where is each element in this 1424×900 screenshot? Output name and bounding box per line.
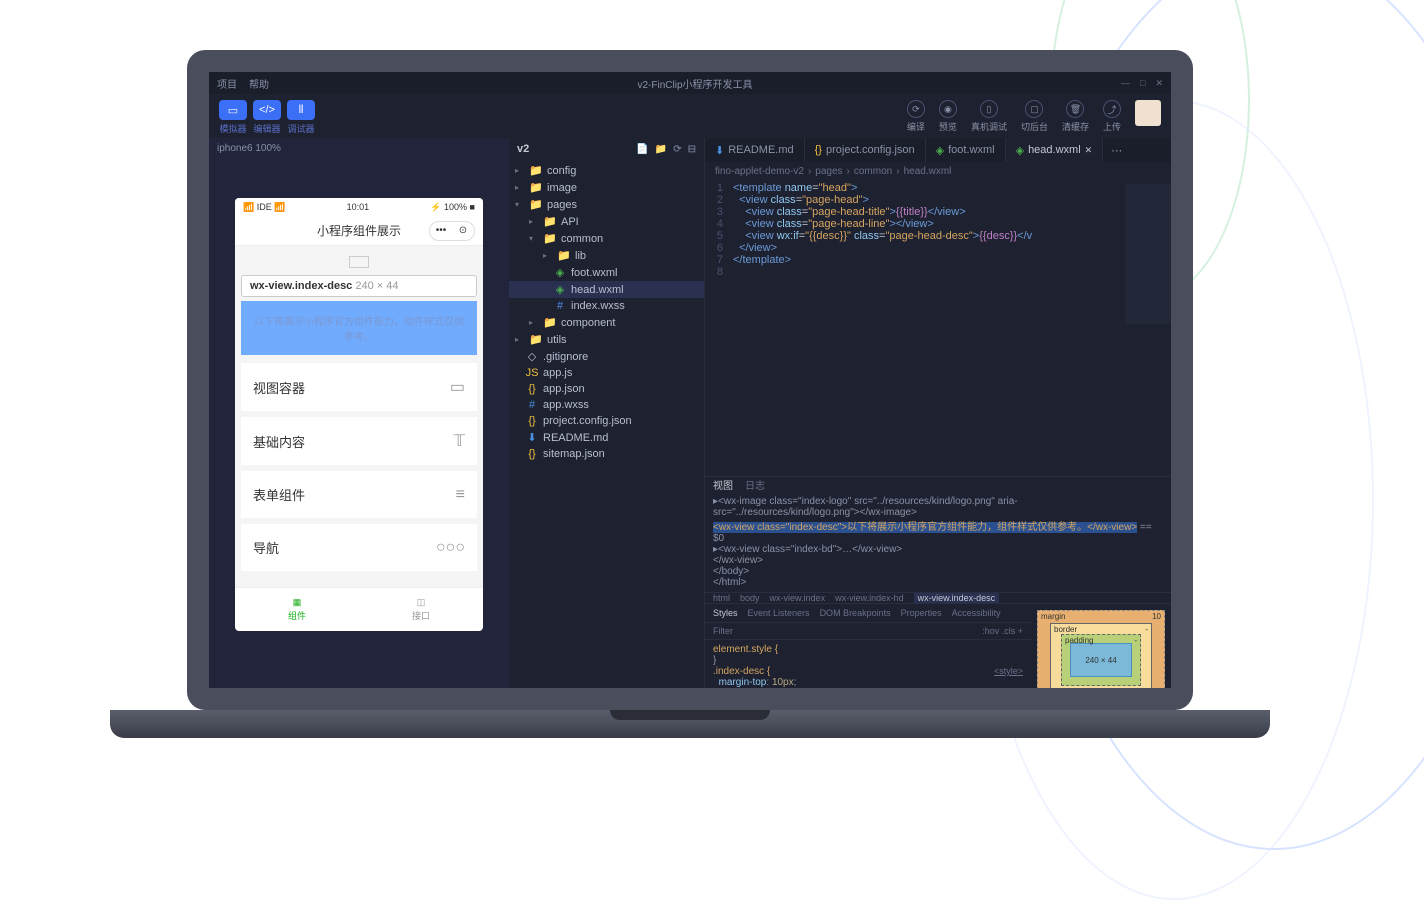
compile-button[interactable]: ⟳编译 xyxy=(907,100,925,133)
window-title: v2-FinClip小程序开发工具 xyxy=(269,76,1121,91)
clear-cache-button[interactable]: 🗑清缓存 xyxy=(1062,100,1089,133)
tab-head-active[interactable]: ◈head.wxml✕ xyxy=(1006,138,1104,162)
simulator-button[interactable]: ▭模拟器 xyxy=(219,100,247,135)
dom-breadcrumb: html body wx-view.index wx-view.index-hd… xyxy=(705,592,1171,603)
tree-file-selected[interactable]: ◈head.wxml xyxy=(509,281,704,298)
tree-folder[interactable]: ▸📁utils xyxy=(509,331,704,348)
tree-file[interactable]: #app.wxss xyxy=(509,397,704,413)
menu-basic-content[interactable]: 基础内容𝕋 xyxy=(241,417,477,465)
preview-button[interactable]: ◉预览 xyxy=(939,100,957,133)
minimize-icon[interactable]: — xyxy=(1121,78,1130,89)
minimap[interactable] xyxy=(1125,184,1171,324)
avatar[interactable] xyxy=(1135,100,1161,126)
new-file-icon[interactable]: 📄 xyxy=(636,144,648,155)
tab-overflow-icon[interactable]: ⋯ xyxy=(1103,138,1130,162)
tree-folder[interactable]: ▸📁component xyxy=(509,314,704,331)
inspect-tooltip: wx-view.index-desc 240 × 44 xyxy=(241,275,477,297)
properties-tab[interactable]: Properties xyxy=(901,608,942,618)
device-label[interactable]: iphone6 100% xyxy=(209,138,509,158)
capsule-button[interactable]: •••⊙ xyxy=(429,221,475,241)
ide-window: 项目 帮助 v2-FinClip小程序开发工具 — □ ✕ ▭模拟器 </>编辑… xyxy=(209,72,1171,688)
tree-folder[interactable]: ▾📁pages xyxy=(509,196,704,213)
dom-tree[interactable]: ▸<wx-image class="index-logo" src="../re… xyxy=(705,492,1171,592)
new-folder-icon[interactable]: 📁 xyxy=(655,144,667,155)
debugger-button[interactable]: ⫴调试器 xyxy=(287,100,315,135)
dom-bp-tab[interactable]: DOM Breakpoints xyxy=(820,608,891,618)
tree-folder[interactable]: ▾📁common xyxy=(509,230,704,247)
tree-file[interactable]: {}project.config.json xyxy=(509,413,704,429)
tab-component[interactable]: ▦组件 xyxy=(235,588,359,631)
phone-preview: 📶 IDE 📶 10:01 ⚡ 100% ■ 小程序组件展示 •••⊙ xyxy=(235,198,483,631)
code-editor[interactable]: 1<template name="head"> 2 <view class="p… xyxy=(705,180,1171,280)
tree-folder[interactable]: ▸📁config xyxy=(509,162,704,179)
titlebar: 项目 帮助 v2-FinClip小程序开发工具 — □ ✕ xyxy=(209,72,1171,94)
project-root[interactable]: v2 xyxy=(517,143,529,155)
phone-statusbar: 📶 IDE 📶 10:01 ⚡ 100% ■ xyxy=(235,198,483,216)
laptop-frame: 项目 帮助 v2-FinClip小程序开发工具 — □ ✕ ▭模拟器 </>编辑… xyxy=(160,50,1220,790)
maximize-icon[interactable]: □ xyxy=(1140,78,1145,89)
devtools-tab-elements[interactable]: 视图 xyxy=(713,477,733,492)
tab-readme[interactable]: ⬇README.md xyxy=(705,138,805,162)
hov-toggle[interactable]: :hov xyxy=(982,626,999,636)
menu-view-container[interactable]: 视图容器▭ xyxy=(241,363,477,411)
toolbar: ▭模拟器 </>编辑器 ⫴调试器 ⟳编译 ◉预览 ▯真机调试 ▢切后台 🗑清缓存… xyxy=(209,94,1171,138)
tree-folder[interactable]: ▸📁image xyxy=(509,179,704,196)
phone-tabbar: ▦组件 ◫接口 xyxy=(235,587,483,631)
editor-panel: ⬇README.md {}project.config.json ◈foot.w… xyxy=(705,138,1171,688)
devtools-tab-console[interactable]: 日志 xyxy=(745,477,765,492)
menu-form[interactable]: 表单组件≡ xyxy=(241,471,477,518)
menu-nav[interactable]: 导航○○○ xyxy=(241,524,477,571)
tab-foot[interactable]: ◈foot.wxml xyxy=(926,138,1006,162)
close-icon[interactable]: ✕ xyxy=(1155,78,1163,89)
cls-toggle[interactable]: .cls xyxy=(1002,626,1016,636)
upload-button[interactable]: ⤴上传 xyxy=(1103,100,1121,133)
tree-file[interactable]: {}sitemap.json xyxy=(509,446,704,462)
refresh-icon[interactable]: ⟳ xyxy=(673,144,681,155)
styles-tab[interactable]: Styles xyxy=(713,608,738,618)
tab-projconfig[interactable]: {}project.config.json xyxy=(805,138,926,162)
highlighted-element[interactable]: 以下将展示小程序官方组件能力，组件样式仅供参考。 xyxy=(241,301,477,355)
simulator-panel: iphone6 100% 📶 IDE 📶 10:01 ⚡ 100% ■ 小程序组… xyxy=(209,138,509,688)
menu-help[interactable]: 帮助 xyxy=(249,76,269,91)
phone-title: 小程序组件展示 xyxy=(317,222,401,239)
tree-file[interactable]: #index.wxss xyxy=(509,298,704,314)
background-button[interactable]: ▢切后台 xyxy=(1021,100,1048,133)
phone-navbar: 小程序组件展示 •••⊙ xyxy=(235,216,483,246)
tree-folder[interactable]: ▸📁API xyxy=(509,213,704,230)
tab-api[interactable]: ◫接口 xyxy=(359,588,483,631)
styles-filter[interactable]: Filter xyxy=(713,626,733,636)
tree-file[interactable]: {}app.json xyxy=(509,381,704,397)
a11y-tab[interactable]: Accessibility xyxy=(952,608,1001,618)
breadcrumb: fino-applet-demo-v2›pages›common›head.wx… xyxy=(705,162,1171,180)
css-rules[interactable]: element.style { } .index-desc {<style> m… xyxy=(705,640,1031,688)
editor-tabs: ⬇README.md {}project.config.json ◈foot.w… xyxy=(705,138,1171,162)
box-model: margin10 border- padding- 240 × 44 xyxy=(1031,604,1171,688)
tree-file[interactable]: ◇.gitignore xyxy=(509,348,704,365)
tree-file[interactable]: ◈foot.wxml xyxy=(509,264,704,281)
close-tab-icon[interactable]: ✕ xyxy=(1085,145,1093,156)
tree-file[interactable]: ⬇README.md xyxy=(509,429,704,446)
file-explorer: v2 📄 📁 ⟳ ⊟ ▸📁config ▸📁image ▾📁pages ▸📁AP… xyxy=(509,138,705,688)
add-rule-icon[interactable]: + xyxy=(1018,626,1023,636)
devtools-panel: 视图 日志 ▸<wx-image class="index-logo" src=… xyxy=(705,476,1171,688)
collapse-icon[interactable]: ⊟ xyxy=(688,144,696,155)
remote-debug-button[interactable]: ▯真机调试 xyxy=(971,100,1007,133)
menu-project[interactable]: 项目 xyxy=(217,76,237,91)
tree-folder[interactable]: ▸📁lib xyxy=(509,247,704,264)
editor-button[interactable]: </>编辑器 xyxy=(253,100,281,135)
tree-file[interactable]: JSapp.js xyxy=(509,365,704,381)
listeners-tab[interactable]: Event Listeners xyxy=(748,608,810,618)
